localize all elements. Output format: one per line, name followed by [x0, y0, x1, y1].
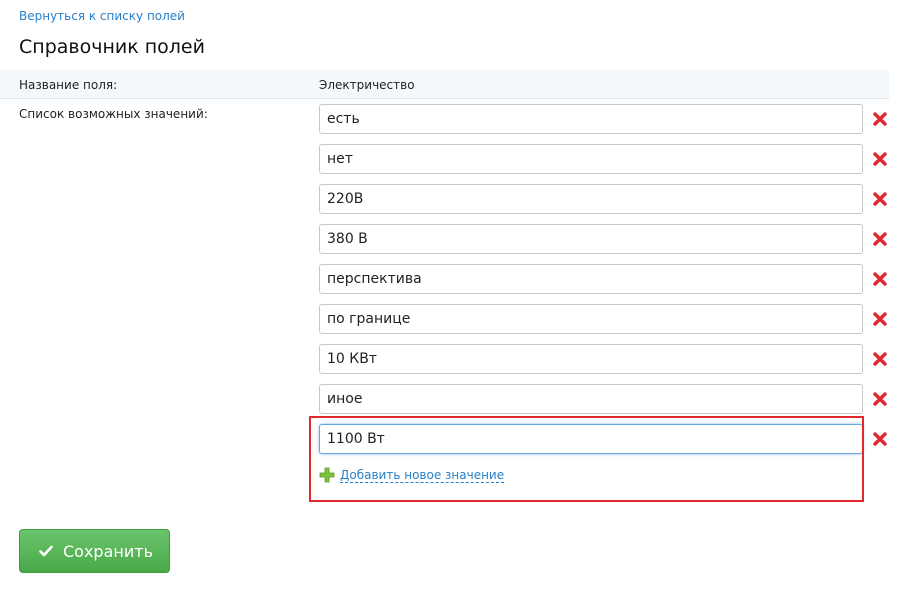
close-icon[interactable] — [872, 111, 888, 127]
value-input[interactable] — [319, 264, 863, 294]
back-to-fields-link[interactable]: Вернуться к списку полей — [19, 9, 185, 23]
value-input[interactable] — [319, 104, 863, 134]
value-input[interactable] — [319, 224, 863, 254]
value-input[interactable] — [319, 184, 863, 214]
value-row — [319, 384, 899, 414]
close-icon[interactable] — [872, 231, 888, 247]
field-name-label: Название поля: — [19, 78, 118, 92]
value-input[interactable] — [319, 144, 863, 174]
value-row — [319, 184, 899, 214]
value-row — [319, 104, 899, 134]
page-title: Справочник полей — [19, 36, 205, 58]
values-list-label: Список возможных значений: — [19, 107, 208, 121]
checkmark-icon — [39, 545, 53, 557]
close-icon[interactable] — [872, 271, 888, 287]
save-button[interactable]: Сохранить — [19, 529, 170, 573]
close-icon[interactable] — [872, 311, 888, 327]
close-icon[interactable] — [872, 151, 888, 167]
value-input[interactable] — [319, 344, 863, 374]
value-input[interactable] — [319, 384, 863, 414]
value-row — [319, 224, 899, 254]
value-row — [319, 344, 899, 374]
field-name-row — [0, 70, 889, 99]
field-name-value: Электричество — [319, 78, 415, 92]
values-list — [319, 104, 899, 464]
add-value-link[interactable]: Добавить новое значение — [340, 468, 505, 483]
close-icon[interactable] — [872, 391, 888, 407]
close-icon[interactable] — [872, 351, 888, 367]
plus-icon[interactable] — [319, 467, 335, 483]
value-row — [319, 304, 899, 334]
highlight-frame — [309, 416, 864, 502]
close-icon[interactable] — [872, 431, 888, 447]
close-icon[interactable] — [872, 191, 888, 207]
value-input[interactable] — [319, 304, 863, 334]
value-row — [319, 264, 899, 294]
save-button-label: Сохранить — [63, 542, 153, 561]
value-row — [319, 144, 899, 174]
